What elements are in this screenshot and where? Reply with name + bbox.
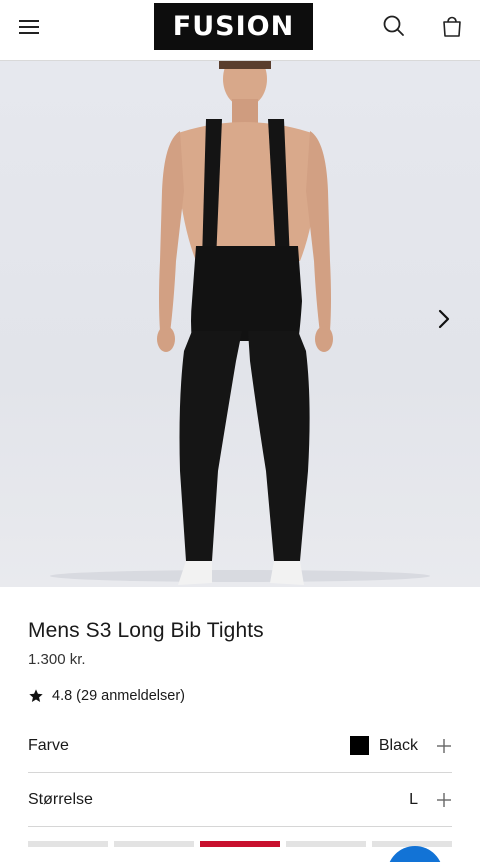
color-swatch — [349, 736, 369, 755]
rating-text: 4.8 (29 anmeldelser) — [52, 688, 185, 704]
product-price: 1.300 kr. — [28, 651, 86, 668]
star-icon — [29, 689, 43, 702]
plus-icon — [437, 792, 451, 807]
shopping-bag-icon[interactable] — [439, 13, 465, 39]
gallery-dot[interactable] — [28, 841, 108, 847]
gallery-dot[interactable] — [286, 841, 366, 847]
plus-icon — [437, 738, 451, 753]
product-image[interactable] — [0, 61, 480, 587]
color-option-row[interactable]: Farve Black — [28, 719, 452, 773]
chat-button[interactable] — [387, 846, 443, 862]
hamburger-menu-icon[interactable] — [17, 16, 41, 38]
chevron-right-icon[interactable] — [432, 307, 456, 331]
product-title: Mens S3 Long Bib Tights — [28, 619, 264, 642]
gallery-progress — [28, 841, 452, 847]
size-value: L — [409, 790, 418, 808]
site-header: FUSION — [0, 0, 480, 61]
product-rating[interactable]: 4.8 (29 anmeldelser) — [28, 688, 452, 704]
color-value: Black — [378, 736, 418, 754]
model-figure — [50, 61, 430, 585]
size-option-row[interactable]: Størrelse L — [28, 773, 452, 827]
size-label: Størrelse — [28, 790, 93, 808]
gallery-dot[interactable] — [114, 841, 194, 847]
color-label: Farve — [28, 736, 69, 754]
search-icon[interactable] — [381, 13, 407, 39]
gallery-dot-active[interactable] — [200, 841, 280, 847]
fusion-logo[interactable]: FUSION — [154, 3, 313, 50]
